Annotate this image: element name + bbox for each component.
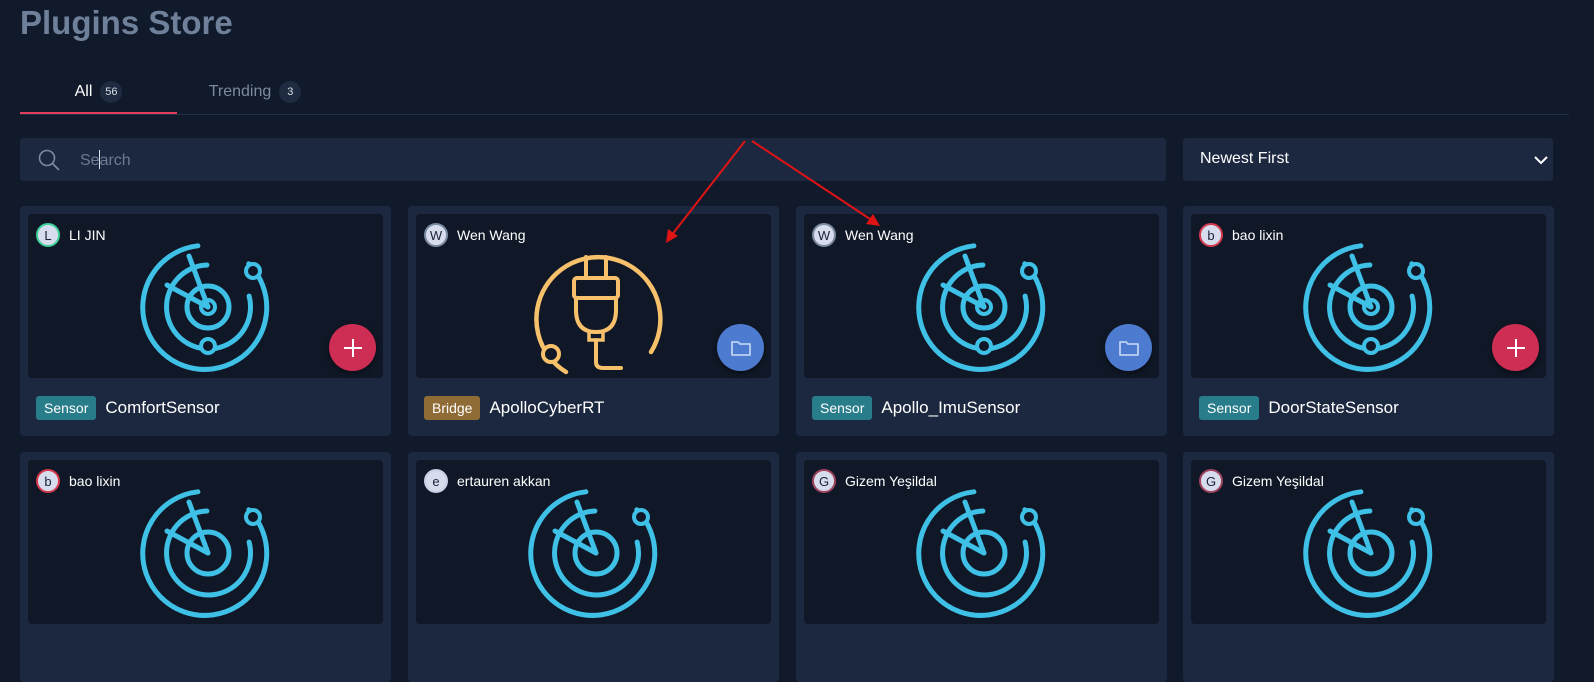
plugin-name: ComfortSensor bbox=[105, 398, 220, 417]
folder-icon bbox=[730, 340, 751, 356]
open-folder-button[interactable] bbox=[717, 324, 764, 371]
tab-all-label: All bbox=[74, 83, 93, 100]
category-badge: Sensor bbox=[812, 396, 873, 420]
add-plugin-button[interactable] bbox=[1492, 324, 1539, 371]
plugin-card[interactable]: b bao lixin bbox=[20, 452, 391, 682]
search-input[interactable] bbox=[78, 146, 1142, 175]
folder-icon bbox=[1118, 340, 1139, 356]
card-footer: Sensor ComfortSensor bbox=[36, 396, 220, 420]
open-folder-button[interactable] bbox=[1105, 324, 1152, 371]
sort-selected-label: Newest First bbox=[1200, 150, 1289, 167]
plugin-card[interactable]: b bao lixin Sensor DoorStateSensor bbox=[1183, 206, 1554, 436]
add-icon bbox=[343, 338, 362, 357]
plugin-name: Apollo_ImuSensor bbox=[881, 398, 1021, 417]
tab-trending-count: 3 bbox=[279, 81, 302, 103]
tab-bar: All 56 Trending 3 bbox=[20, 72, 1569, 115]
radar-icon bbox=[1303, 489, 1433, 618]
author-name: bao lixin bbox=[1232, 227, 1284, 243]
author-name: Wen Wang bbox=[457, 227, 526, 243]
plugin-name: ApolloCyberRT bbox=[489, 398, 605, 417]
plugin-card[interactable]: W Wen Wang Sensor Apollo_ImuSensor bbox=[796, 206, 1167, 436]
radar-icon bbox=[1303, 243, 1433, 372]
add-plugin-button[interactable] bbox=[329, 324, 376, 371]
tab-all[interactable]: All 56 bbox=[20, 72, 177, 114]
card-footer: Sensor Apollo_ImuSensor bbox=[812, 396, 1020, 420]
category-badge: Bridge bbox=[424, 396, 481, 420]
avatar: L bbox=[36, 223, 60, 247]
card-author: W Wen Wang bbox=[424, 223, 525, 247]
chevron-down-icon bbox=[1533, 152, 1549, 173]
category-badge: Sensor bbox=[1199, 396, 1260, 420]
plugin-card[interactable]: W Wen Wang Bridge ApolloCyberRT bbox=[408, 206, 779, 436]
avatar: W bbox=[424, 223, 448, 247]
plug-icon bbox=[534, 254, 663, 375]
plugin-preview: b bao lixin bbox=[28, 460, 383, 624]
tab-trending-label: Trending bbox=[208, 83, 272, 100]
search-icon bbox=[38, 149, 60, 176]
card-author: W Wen Wang bbox=[812, 223, 913, 247]
plugin-name: DoorStateSensor bbox=[1268, 398, 1399, 417]
avatar: b bbox=[36, 469, 60, 493]
radar-icon bbox=[916, 243, 1046, 372]
avatar: G bbox=[812, 469, 836, 493]
avatar: b bbox=[1199, 223, 1223, 247]
plugin-preview: W Wen Wang bbox=[416, 214, 771, 378]
sort-select[interactable]: Newest First bbox=[1183, 138, 1553, 181]
plugin-card[interactable]: G Gizem Yeşildal bbox=[796, 452, 1167, 682]
card-footer: Sensor DoorStateSensor bbox=[1199, 396, 1399, 420]
author-name: bao lixin bbox=[69, 473, 121, 489]
avatar: W bbox=[812, 223, 836, 247]
radar-icon bbox=[916, 489, 1046, 618]
avatar: e bbox=[424, 469, 448, 493]
radar-icon bbox=[140, 489, 270, 618]
card-footer: Bridge ApolloCyberRT bbox=[424, 396, 604, 420]
plugin-preview: W Wen Wang bbox=[804, 214, 1159, 378]
card-author: b bao lixin bbox=[36, 469, 120, 493]
author-name: Wen Wang bbox=[845, 227, 914, 243]
page-title: Plugins Store bbox=[20, 4, 233, 41]
card-author: L LI JIN bbox=[36, 223, 106, 247]
author-name: LI JIN bbox=[69, 227, 106, 243]
radar-icon bbox=[528, 489, 658, 618]
plugin-card[interactable]: e ertauren akkan bbox=[408, 452, 779, 682]
search-bar bbox=[20, 138, 1166, 181]
tab-all-count: 56 bbox=[100, 81, 123, 103]
plugin-card[interactable]: G Gizem Yeşildal bbox=[1183, 452, 1554, 682]
add-icon bbox=[1506, 338, 1525, 357]
radar-icon bbox=[140, 243, 270, 372]
plugin-preview: e ertauren akkan bbox=[416, 460, 771, 624]
plugin-preview: G Gizem Yeşildal bbox=[1191, 460, 1546, 624]
text-cursor bbox=[99, 150, 100, 169]
tab-trending[interactable]: Trending 3 bbox=[190, 72, 320, 112]
category-badge: Sensor bbox=[36, 396, 97, 420]
avatar: G bbox=[1199, 469, 1223, 493]
plugin-preview: L LI JIN bbox=[28, 214, 383, 378]
plugin-card[interactable]: L LI JIN Sensor ComfortSensor bbox=[20, 206, 391, 436]
plugin-preview: G Gizem Yeşildal bbox=[804, 460, 1159, 624]
card-author: b bao lixin bbox=[1199, 223, 1283, 247]
plugin-preview: b bao lixin bbox=[1191, 214, 1546, 378]
